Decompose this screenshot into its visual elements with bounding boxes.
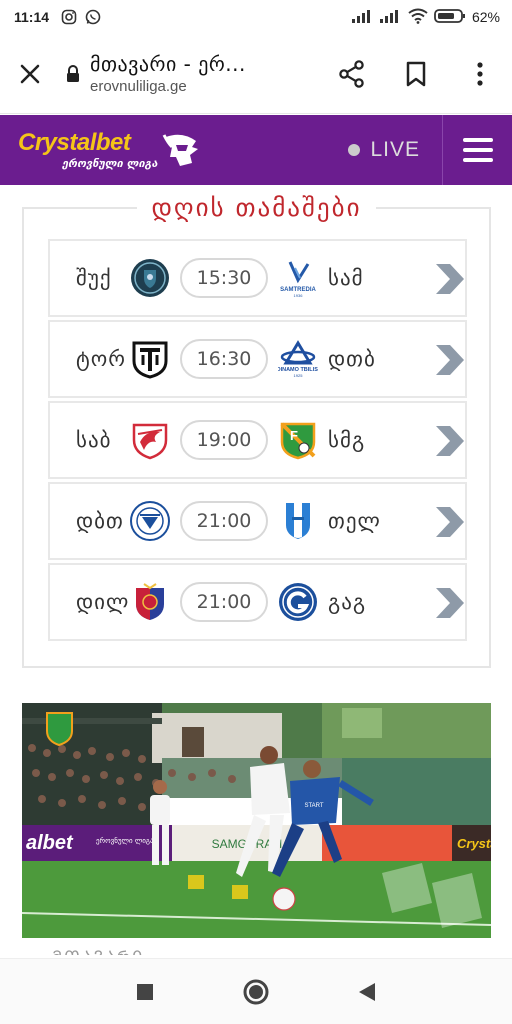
match-time: 16:30 [180,339,268,379]
svg-text:START: START [304,803,323,809]
live-label: LIVE [370,138,420,161]
shukura-crest-icon [131,259,169,297]
close-icon [20,64,40,83]
svg-text:1925: 1925 [294,373,304,378]
menu-line [462,138,493,142]
more-options-button[interactable] [448,34,512,114]
battery-icon [434,8,466,27]
spartan-helmet-icon [162,134,198,166]
page-title: მთავარი - ერ... [90,52,246,76]
lock-icon [60,64,86,83]
away-team: დთბ [328,347,376,371]
menu-line [462,158,493,162]
bookmark-button[interactable] [384,34,448,114]
crystalbet-logo[interactable]: Crystalbet ეროვნული ლიგა [0,115,200,185]
away-team: სამ [328,266,364,290]
back-button[interactable] [347,972,387,1012]
instagram-icon [61,9,77,25]
bookmark-icon [406,61,426,86]
home-team: ტორ [76,347,126,371]
circle-icon [243,979,269,1004]
share-icon [339,59,364,88]
telavi-crest-icon [286,503,310,539]
recents-button[interactable] [125,972,165,1012]
site-header: Crystalbet ეროვნული ლიგა LIVE [0,115,512,185]
gagra-crest-icon [279,583,317,621]
battery-percent: 62% [471,9,500,25]
live-link[interactable]: LIVE [348,115,442,185]
match-row[interactable]: შუქ 15:30 SAMTREDIA 1936 სამ [48,239,467,317]
match-time: 19:00 [180,420,268,460]
board-left-sub: ეროვნული ლიგა [96,836,154,845]
dinamo-batumi-crest-icon [130,501,170,541]
away-team: თელ [328,509,381,533]
live-dot-icon [348,144,361,156]
status-bar: 11:14 62% [0,0,512,34]
logo-sub-text: ეროვნული ლიგა [62,157,158,170]
samgurali-crest-icon: F [280,422,316,460]
todays-games-panel: დღის თამაშები შუქ 15:30 SAMTREDIA 1936 ს… [22,193,491,668]
away-team: გაგ [328,590,367,614]
match-row[interactable]: დილ 21:00 გაგ [48,563,467,641]
wifi-icon [408,8,428,27]
chevron-right-icon[interactable] [434,343,466,377]
match-time: 21:00 [180,582,268,622]
status-time: 11:14 [14,9,50,25]
menu-line [462,148,493,152]
match-row[interactable]: დბთ 21:00 თელ [48,482,467,560]
home-team: დბთ [76,509,124,533]
svg-text:1936: 1936 [294,293,304,298]
news-headline-partial[interactable]: ᲛᲗᲐᲕᲐᲠᲘ [52,945,144,955]
home-team: საბ [76,428,112,452]
match-time: 21:00 [180,501,268,541]
home-team: შუქ [76,266,112,290]
football-match-photo: albet ეროვნული ლიგა SAMGURALI Crysta STA… [22,703,491,938]
signal-icon [351,9,374,26]
page-url: erovnuliliga.ge [90,78,187,95]
share-button[interactable] [320,34,384,114]
home-team: დილ [76,590,130,614]
back-triangle-icon [358,982,375,1001]
panel-title-text: დღის თამაშები [137,193,376,222]
svg-text:F: F [290,428,298,443]
android-nav-bar [0,958,512,1024]
whatsapp-icon [85,9,101,25]
chevron-right-icon[interactable] [434,586,466,620]
chevron-right-icon[interactable] [434,424,466,458]
match-time: 15:30 [180,258,268,298]
browser-toolbar: მთავარი - ერ... erovnuliliga.ge [0,34,512,114]
chevron-right-icon[interactable] [434,262,466,296]
match-row[interactable]: ტორ 16:30 DINAMO TBILISI 1925 დთბ [48,320,467,398]
saburtalo-crest-icon [132,423,168,460]
square-icon [137,983,154,1000]
match-row[interactable]: საბ 19:00 F სმგ [48,401,467,479]
away-team: სმგ [328,428,366,452]
board-left-text: albet [26,832,74,854]
address-bar[interactable]: მთავარი - ერ... erovnuliliga.ge [60,52,320,95]
samtredia-crest-icon: SAMTREDIA 1936 [280,261,316,298]
board-right-text: Crysta [457,836,491,851]
chevron-right-icon[interactable] [434,505,466,539]
dinamo-tbilisi-crest-icon: DINAMO TBILISI 1925 [278,340,318,378]
news-photo[interactable]: albet ეროვნული ლიგა SAMGURALI Crysta STA… [22,703,491,938]
hamburger-menu-button[interactable] [442,115,512,185]
logo-brand-text: Crystalbet [18,129,131,156]
close-tab-button[interactable] [0,34,60,114]
dila-crest-icon [136,583,164,620]
home-button[interactable] [236,972,276,1012]
more-vert-icon [477,61,483,86]
torpedo-crest-icon [132,341,168,379]
panel-title: დღის თამაშები [24,193,489,222]
signal-icon-2 [379,9,402,26]
